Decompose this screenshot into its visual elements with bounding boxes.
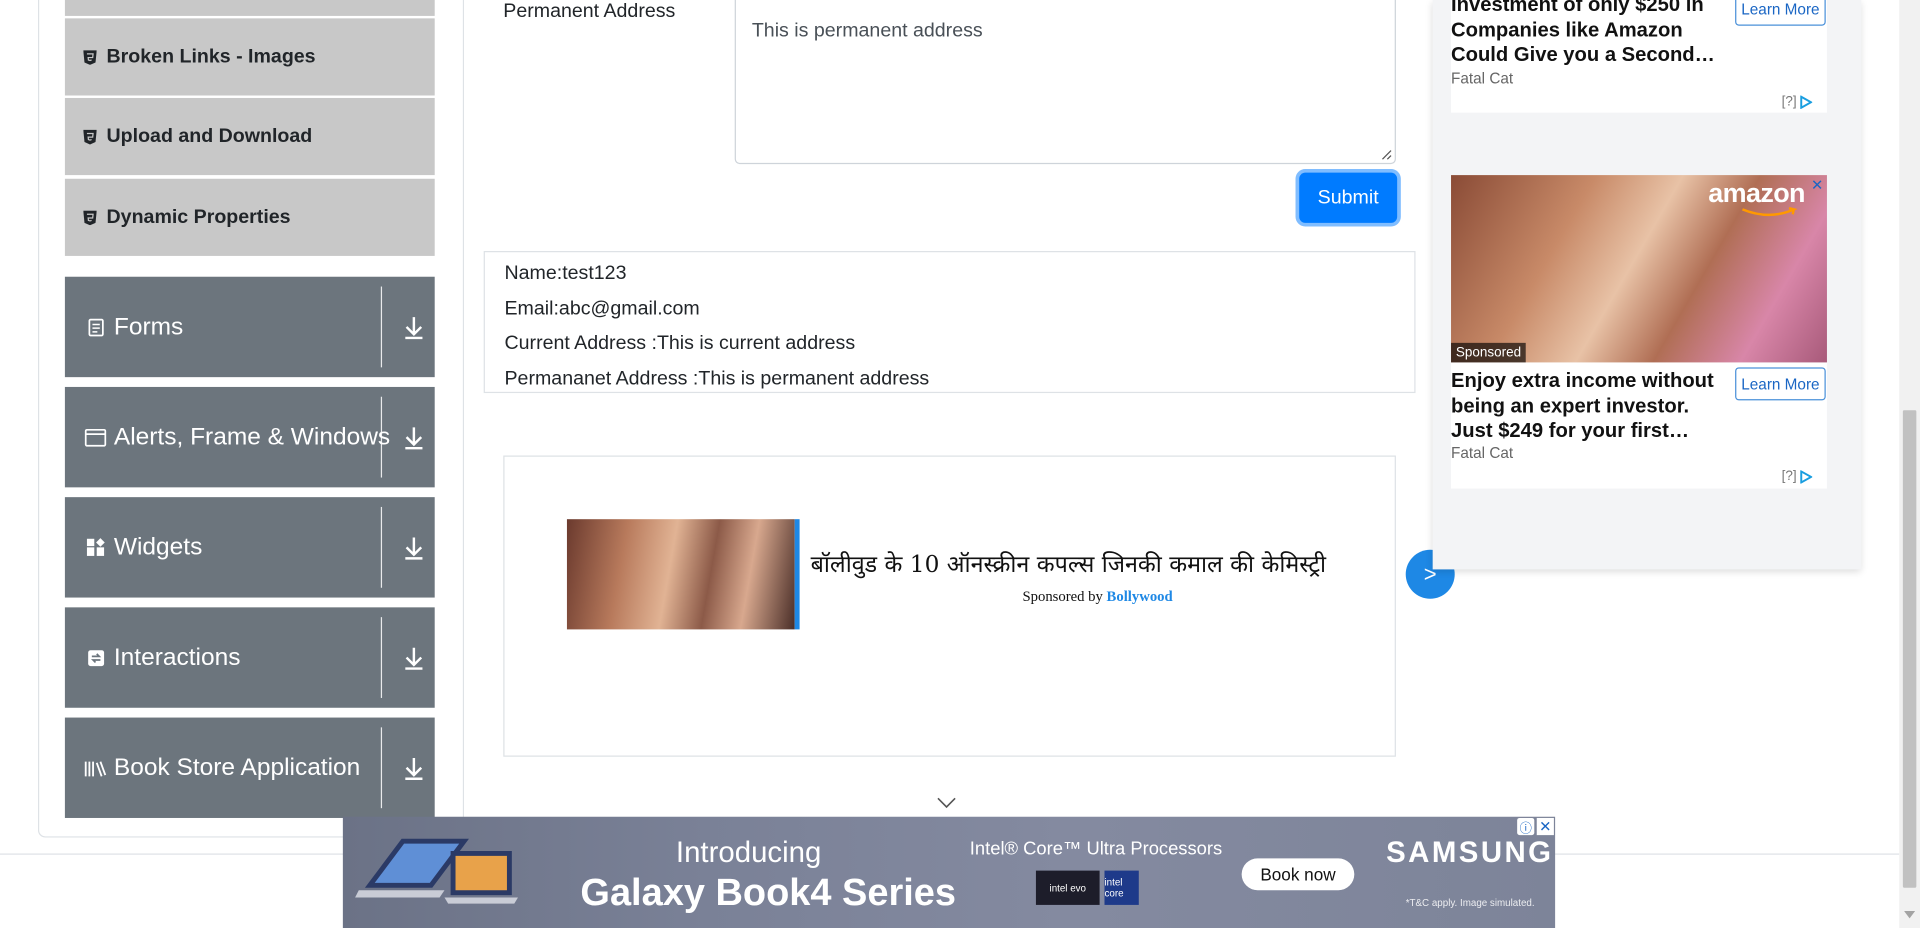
textarea-value: This is permanent address: [751, 20, 983, 42]
right-ad-2-image[interactable]: amazon ✕ Sponsored: [1451, 175, 1827, 363]
sponsored-by-label: Sponsored by: [1022, 587, 1103, 605]
group-label: Interactions: [113, 643, 241, 671]
banner-product: Galaxy Book4 Series: [580, 870, 957, 914]
html5-icon: [82, 129, 97, 144]
banner-disclaimer: *T&C apply. Image simulated.: [1405, 897, 1535, 909]
samsung-logo: SAMSUNG: [1386, 836, 1554, 870]
sidebar-item-label: Broken Links - Images: [106, 45, 316, 67]
divider: [380, 506, 383, 588]
sidebar-group-forms[interactable]: Forms: [64, 276, 435, 378]
ad-1-source: Fatal Cat: [1451, 69, 1514, 87]
sidebar-group-interactions[interactable]: Interactions: [64, 607, 435, 708]
ad-2-text[interactable]: Enjoy extra income without being an expe…: [1451, 369, 1727, 444]
intel-evo-logo: intel evo: [1035, 870, 1100, 905]
chevron-down-icon[interactable]: [937, 797, 957, 809]
books-icon: [84, 757, 107, 779]
download-icon: [405, 537, 423, 560]
download-icon: [405, 427, 423, 450]
output-email: Email:abc@gmail.com: [504, 298, 700, 320]
divider: [380, 617, 383, 698]
banner-processor: Intel® Core™ Ultra Processors: [969, 838, 1223, 860]
ad-headline[interactable]: बॉलीवुड के 10 ऑनस्क्रीन कपल्स जिनकी कमाल…: [811, 547, 1326, 579]
divider: [380, 727, 383, 809]
download-icon: [405, 757, 423, 781]
ad-choice-label: [?]: [1781, 94, 1797, 109]
page: Broken Links - Images Upload and Downloa…: [0, 0, 1920, 928]
permanent-address-textarea[interactable]: This is permanent address: [734, 0, 1396, 165]
ad-1-learn-more-button[interactable]: Learn More: [1735, 0, 1826, 26]
ad-accent-bar: [794, 519, 800, 630]
html5-icon: [82, 49, 97, 65]
sidebar-item-upload-download[interactable]: Upload and Download: [64, 97, 435, 176]
output-permanent-address: Permananet Address :This is permanent ad…: [504, 368, 930, 390]
banner-intro: Introducing: [675, 836, 822, 870]
intel-logos: intel evo intel core: [1035, 870, 1139, 905]
ad-choice-label: [?]: [1781, 468, 1797, 484]
sidebar-item-previous[interactable]: [64, 0, 435, 16]
divider: [380, 286, 383, 368]
sidebar-item-label: Upload and Download: [106, 125, 313, 147]
group-label: Book Store Application: [113, 753, 361, 781]
output-name: Name:test123: [504, 263, 627, 285]
sponsored-tag: Sponsored: [1451, 342, 1526, 363]
scroll-down-arrow-icon[interactable]: [1904, 911, 1916, 920]
group-label: Forms: [113, 312, 184, 340]
sidebar-item-label: Dynamic Properties: [106, 206, 291, 228]
laptop-image-icon: [355, 838, 518, 904]
ad-2-learn-more-button[interactable]: Learn More: [1735, 367, 1826, 401]
right-ad-1[interactable]: Investment of only $250 in Companies lik…: [1451, 0, 1827, 113]
ad-sponsor-line: Sponsored by Bollywood: [1022, 588, 1172, 606]
ad-sponsor-name[interactable]: Bollywood: [1107, 588, 1173, 605]
widgets-icon: [84, 536, 106, 558]
info-icon[interactable]: ⓘ: [1517, 817, 1535, 836]
resize-grip-icon[interactable]: [1381, 149, 1392, 160]
output-current-address: Current Address :This is current address: [504, 333, 856, 355]
close-icon[interactable]: ✕: [1810, 178, 1825, 193]
divider: [380, 396, 383, 478]
group-label: Alerts, Frame & Windows: [113, 423, 391, 451]
ad-1-adchoices[interactable]: [?]: [1782, 94, 1813, 109]
ad-1-text[interactable]: Investment of only $250 in Companies lik…: [1451, 0, 1727, 68]
permanent-address-label: Permanent Address: [503, 1, 676, 23]
ad-2-source: Fatal Cat: [1451, 444, 1514, 462]
page-content: Broken Links - Images Upload and Downloa…: [0, 0, 1920, 928]
html5-icon: [82, 210, 97, 225]
download-icon: [405, 647, 423, 670]
download-icon: [405, 317, 423, 340]
sidebar-item-broken-links[interactable]: Broken Links - Images: [64, 18, 435, 96]
sidebar-group-widgets[interactable]: Widgets: [64, 497, 435, 598]
sidebar-item-dynamic-properties[interactable]: Dynamic Properties: [64, 178, 435, 256]
submit-button[interactable]: Submit: [1299, 172, 1398, 223]
form-icon: [84, 316, 106, 338]
scrollbar[interactable]: [1899, 0, 1920, 928]
right-ad-2[interactable]: Enjoy extra income without being an expe…: [1451, 362, 1827, 489]
window-icon: [84, 426, 107, 448]
adchoices-icon: [1800, 469, 1813, 484]
amazon-smile-icon: [1742, 206, 1798, 217]
book-now-button[interactable]: Book now: [1241, 858, 1355, 891]
ad-image[interactable]: [566, 519, 795, 630]
adchoices-icon: [1800, 94, 1813, 109]
sidebar-group-book-store[interactable]: Book Store Application: [64, 717, 435, 818]
group-label: Widgets: [113, 533, 203, 561]
scrollbar-thumb[interactable]: [1902, 410, 1917, 888]
output-box: Name:test123 Email:abc@gmail.com Current…: [483, 251, 1416, 394]
close-icon[interactable]: ✕: [1536, 817, 1554, 836]
sidebar-group-alerts[interactable]: Alerts, Frame & Windows: [64, 386, 435, 488]
bottom-banner-ad[interactable]: Introducing Galaxy Book4 Series Intel® C…: [342, 816, 1556, 928]
interactions-icon: [84, 647, 106, 669]
native-ad[interactable]: बॉलीवुड के 10 ऑनस्क्रीन कपल्स जिनकी कमाल…: [503, 455, 1396, 757]
ad-2-adchoices[interactable]: [?]: [1782, 469, 1813, 484]
amazon-logo: amazon: [1708, 177, 1805, 209]
intel-core-logo: intel core: [1104, 870, 1139, 905]
